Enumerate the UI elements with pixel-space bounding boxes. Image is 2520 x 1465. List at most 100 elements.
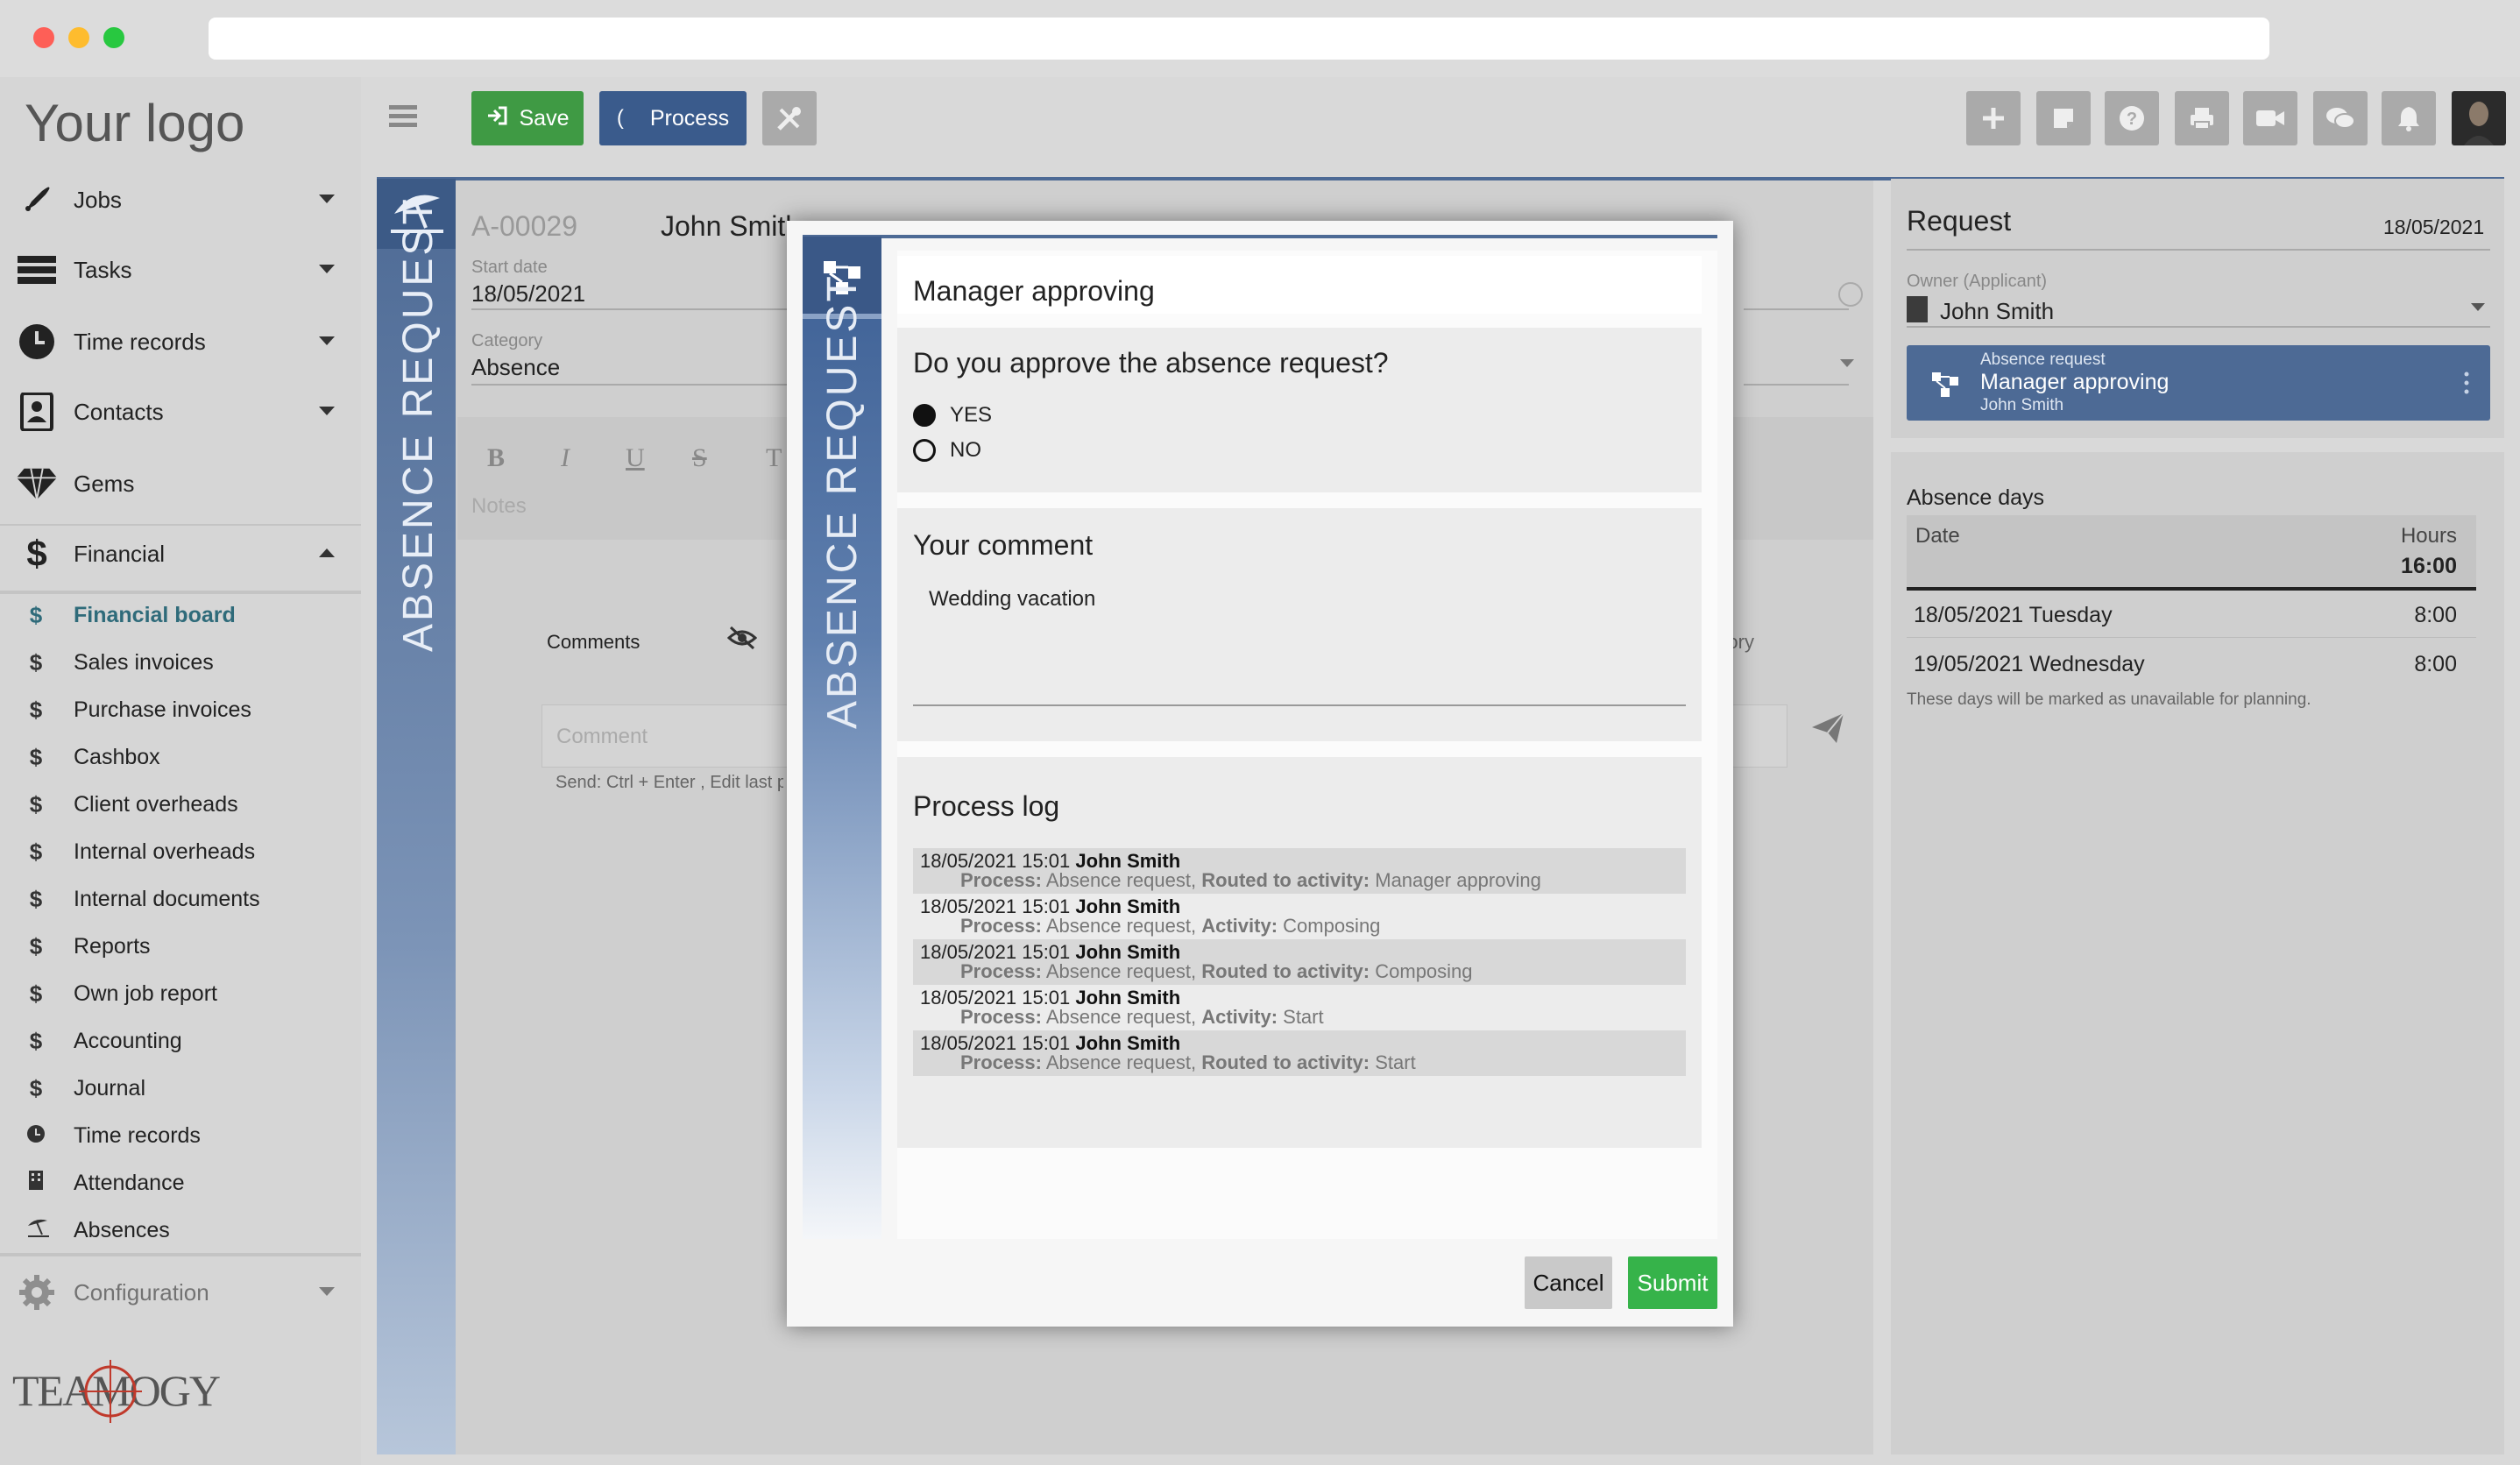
radio-no[interactable] [913,439,936,462]
document-side-bar: ABSENCE REQUEST [377,179,456,1454]
sidebar-sub-accounting[interactable]: $ Accounting [0,1017,361,1065]
print-icon[interactable] [2175,91,2229,145]
log-process: Absence request, [1045,869,1197,891]
tab-comments[interactable]: Comments [547,631,640,654]
row-hours: 8:00 [2414,652,2457,676]
log-process-key: Process: [960,960,1042,982]
process-label: Process [649,105,730,131]
clock-icon[interactable] [1838,282,1863,307]
clock-icon [16,321,58,363]
sidebar-sub-sales-invoices[interactable]: $ Sales invoices [0,639,361,686]
sidebar-item-time-records[interactable]: Time records [0,307,361,377]
category-field[interactable]: Absence [471,354,560,381]
sidebar-sub-internal-overheads[interactable]: $ Internal overheads [0,828,361,875]
sidebar-sub-time-records[interactable]: Time records [0,1112,361,1159]
divider [471,308,787,310]
comment-title: Your comment [913,529,1094,561]
save-button[interactable]: Save [471,91,584,145]
more-vertical-icon[interactable] [2464,372,2469,394]
sidebar-sub-financial-board[interactable]: $ Financial board [0,591,361,639]
sidebar-sub-internal-documents[interactable]: $ Internal documents [0,875,361,923]
dollar-icon: $ [29,1027,43,1054]
sidebar-sub-attendance[interactable]: Attendance [0,1159,361,1207]
approval-question: Do you approve the absence request? [913,347,1389,379]
rocket-icon [16,179,58,221]
bold-icon[interactable]: B [487,443,505,473]
tools-icon[interactable] [762,91,817,145]
logo: Your logo [25,94,245,152]
eye-slash-icon[interactable] [726,626,758,650]
text-format-icon[interactable]: T [766,443,782,473]
process-icon: ( [616,106,624,130]
add-icon[interactable] [1966,91,2021,145]
strikethrough-icon[interactable]: S [692,443,707,473]
sidebar-item-tasks[interactable]: Tasks [0,235,361,305]
log-action: Composing [1283,915,1381,937]
divider [1907,326,2490,328]
process-log-title: Process log [913,790,1060,822]
sidebar-item-configuration[interactable]: Configuration [0,1257,361,1327]
dialog-top-accent [803,235,1717,238]
option-yes[interactable]: YES [913,403,992,428]
video-icon[interactable] [2243,91,2297,145]
chevron-down-icon [319,265,335,273]
sticky-note-icon[interactable] [2036,91,2091,145]
log-action: Start [1375,1051,1416,1073]
bell-icon[interactable] [2382,91,2436,145]
help-icon[interactable]: ? [2105,91,2159,145]
contacts-icon [16,391,58,433]
sidebar-item-gems[interactable]: Gems [0,449,361,519]
sidebar-sub-absences[interactable]: Absences [0,1207,361,1254]
tasks-icon [16,249,58,291]
absence-days-title: Absence days [1907,485,2045,510]
sidebar-sub-purchase-invoices[interactable]: $ Purchase invoices [0,686,361,733]
dialog-header: Manager approving [897,256,1702,314]
cancel-button[interactable]: Cancel [1525,1256,1612,1309]
sidebar-sub-label: Journal [74,1075,145,1101]
dollar-icon: $ [29,790,43,817]
send-icon[interactable] [1809,708,1852,752]
submit-button[interactable]: Submit [1628,1256,1717,1309]
divider [1891,438,2504,452]
sidebar-item-label: Financial [74,540,166,567]
log-entry: 18/05/2021 15:01 John Smith Process: Abs… [913,848,1686,894]
sidebar-item-financial[interactable]: $ Financial [0,519,361,589]
log-action: Composing [1375,960,1473,982]
dialog-side-title: ABSENCE REQUEST [819,273,866,729]
chevron-down-icon[interactable] [2471,303,2485,311]
dollar-icon: $ [29,1074,43,1101]
underline-icon[interactable]: U [626,443,645,473]
option-no[interactable]: NO [913,438,981,463]
avatar[interactable] [2452,91,2506,145]
sidebar-item-label: Tasks [74,256,132,283]
sidebar-sub-journal[interactable]: $ Journal [0,1065,361,1112]
minimize-window-button[interactable] [68,27,89,48]
address-bar[interactable] [209,18,2269,60]
process-status-card[interactable]: Absence request Manager approving John S… [1907,345,2490,421]
sidebar-item-jobs[interactable]: Jobs [0,165,361,235]
owner-field[interactable]: John Smith [1940,298,2054,325]
dollar-icon: $ [29,648,43,676]
chat-icon[interactable] [2313,91,2368,145]
sidebar-sub-cashbox[interactable]: $ Cashbox [0,733,361,781]
italic-icon[interactable]: I [561,443,570,473]
sidebar-item-contacts[interactable]: Contacts [0,377,361,447]
start-date-field[interactable]: 18/05/2021 [471,280,585,308]
dollar-icon: $ [29,885,43,912]
process-flow-icon [1931,372,1959,398]
notes-placeholder: Notes [471,494,527,518]
dollar-icon: $ [29,743,43,770]
sidebar-sub-reports[interactable]: $ Reports [0,923,361,970]
chevron-down-icon[interactable] [1840,359,1854,367]
sidebar-sub-client-overheads[interactable]: $ Client overheads [0,781,361,828]
comment-textarea[interactable]: Wedding vacation [913,587,1686,706]
hamburger-menu-icon[interactable] [386,98,429,137]
process-button[interactable]: ( Process [599,91,747,145]
approval-card: Do you approve the absence request? YES … [897,328,1702,492]
save-label: Save [519,105,570,131]
sidebar-sub-own-job-report[interactable]: $ Own job report [0,970,361,1017]
close-window-button[interactable] [33,27,54,48]
radio-yes[interactable] [913,404,936,427]
sign-in-icon [486,106,507,131]
maximize-window-button[interactable] [103,27,124,48]
